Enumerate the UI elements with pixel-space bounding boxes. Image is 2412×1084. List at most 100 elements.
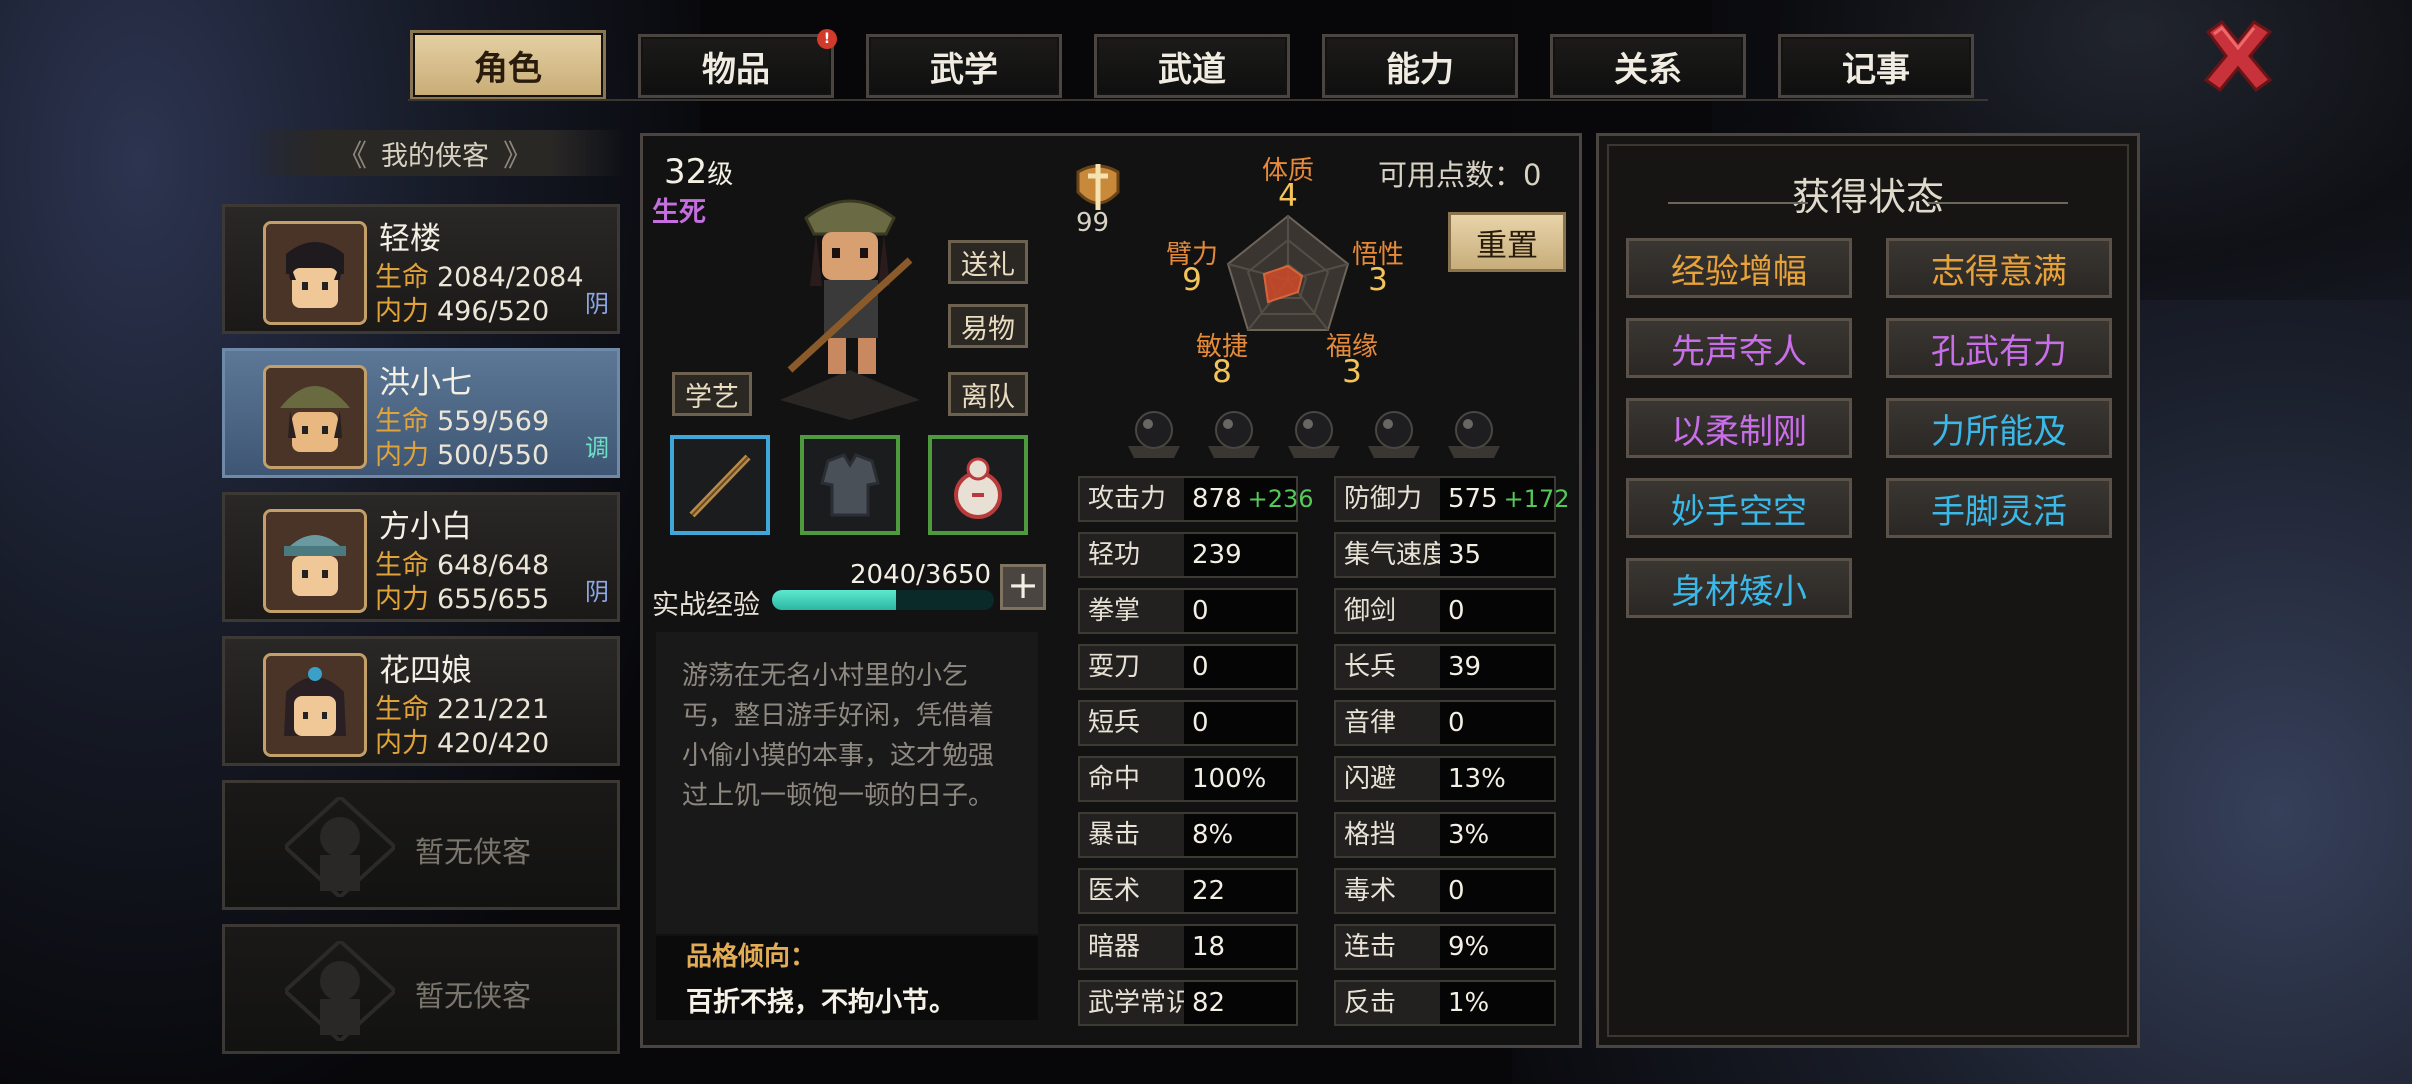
tab-abilities[interactable]: 能力 — [1322, 34, 1518, 98]
mp-label: 内力 — [375, 296, 429, 327]
status-label: 手脚灵活 — [1931, 491, 2067, 532]
tab-martial-way[interactable]: 武道 — [1094, 34, 1290, 98]
list-header: 《 我的侠客 》 — [246, 130, 624, 176]
armor-icon — [820, 453, 880, 517]
stat-value: 575 +172 — [1448, 478, 1570, 520]
empty-label: 暂无侠客 — [415, 979, 532, 1013]
tab-label: 武道 — [1158, 49, 1226, 90]
tab-label: 关系 — [1614, 49, 1682, 90]
tab-relations[interactable]: 关系 — [1550, 34, 1746, 98]
skill-slot-orb-icon[interactable] — [1444, 402, 1504, 462]
stat-value: 82 — [1192, 988, 1226, 1018]
stat-row: 连击 9% — [1334, 924, 1556, 970]
character-name: 洪小七 — [379, 365, 472, 401]
stat-label: 轻功 — [1080, 534, 1184, 576]
mp-label: 内力 — [375, 584, 429, 615]
status-label: 孔武有力 — [1931, 331, 2067, 372]
character-card-1[interactable]: 洪小七 生命 559/569 内力 500/550 调 — [222, 348, 620, 478]
stat-label: 集气速度 — [1336, 534, 1440, 576]
tab-label: 记事 — [1842, 49, 1910, 90]
stat-value: 0 — [1192, 708, 1209, 738]
stat-label: 武学常识 — [1080, 982, 1184, 1024]
stat-label: 长兵 — [1336, 646, 1440, 688]
empty-slot[interactable]: 暂无侠客 — [222, 780, 620, 910]
trait-text: 百折不挠，不拘小节。 — [686, 987, 956, 1018]
mp-line: 内力 420/420 — [375, 721, 549, 760]
stat-row: 集气速度 35 — [1334, 532, 1556, 578]
trait-title: 品格倾向： — [686, 942, 817, 972]
stat-row: 命中 100% — [1078, 756, 1298, 802]
status-badge[interactable]: 力所能及 — [1886, 398, 2112, 458]
stat-label: 医术 — [1080, 870, 1184, 912]
alignment-tag: 阴 — [585, 578, 609, 606]
stat-label: 音律 — [1336, 702, 1440, 744]
medal-value: 99 — [1076, 208, 1110, 238]
leave-party-button[interactable]: 离队 — [948, 372, 1028, 416]
stat-row: 暗器 18 — [1078, 924, 1298, 970]
exp-progress-fill — [772, 590, 897, 610]
stat-value: 39 — [1448, 652, 1482, 682]
stat-bonus: +172 — [1503, 485, 1570, 513]
stat-label: 毒术 — [1336, 870, 1440, 912]
learn-button[interactable]: 学艺 — [672, 372, 752, 416]
stat-label: 耍刀 — [1080, 646, 1184, 688]
status-badge[interactable]: 手脚灵活 — [1886, 478, 2112, 538]
tab-character[interactable]: 角色 — [410, 30, 606, 100]
add-exp-button[interactable]: + — [1000, 564, 1046, 610]
status-badge[interactable]: 孔武有力 — [1886, 318, 2112, 378]
reset-button[interactable]: 重置 — [1448, 212, 1566, 272]
stat-bonus: +236 — [1247, 485, 1314, 513]
stat-row: 防御力 575 +172 — [1334, 476, 1570, 522]
stat-value: 100% — [1192, 764, 1267, 794]
status-badge[interactable]: 志得意满 — [1886, 238, 2112, 298]
stat-value: 9% — [1448, 932, 1490, 962]
title-ornament-left — [1668, 202, 1808, 204]
character-card-0[interactable]: 轻楼 生命 2084/2084 内力 496/520 阴 — [222, 204, 620, 334]
chevron-right-icon[interactable]: 》 — [503, 131, 533, 175]
tab-journal[interactable]: 记事 — [1778, 34, 1974, 98]
character-card-2[interactable]: 方小白 生命 648/648 内力 655/655 阴 — [222, 492, 620, 622]
weapon-slot[interactable] — [670, 435, 770, 535]
life-death-tag: 生死 — [652, 197, 706, 228]
character-card-3[interactable]: 花四娘 生命 221/221 内力 420/420 — [222, 636, 620, 766]
character-name: 花四娘 — [379, 653, 472, 689]
status-badge[interactable]: 以柔制刚 — [1626, 398, 1852, 458]
stat-number: 575 — [1448, 484, 1498, 514]
character-level: 32级 — [664, 152, 733, 192]
stat-row: 暴击 8% — [1078, 812, 1298, 858]
attr-value-agility: 8 — [1212, 354, 1232, 390]
gift-button[interactable]: 送礼 — [948, 240, 1028, 284]
accessory-slot[interactable] — [928, 435, 1028, 535]
empty-label: 暂无侠客 — [415, 835, 532, 869]
stat-row: 毒术 0 — [1334, 868, 1556, 914]
armor-slot[interactable] — [800, 435, 900, 535]
status-label: 身材矮小 — [1671, 571, 1807, 612]
chevron-left-icon[interactable]: 《 — [337, 131, 367, 175]
skill-slot-orb-icon[interactable] — [1284, 402, 1344, 462]
empty-slot[interactable]: 暂无侠客 — [222, 924, 620, 1054]
close-icon[interactable] — [2200, 18, 2276, 94]
alignment-tag: 调 — [585, 434, 609, 462]
status-badge[interactable]: 经验增幅 — [1626, 238, 1852, 298]
stat-row: 攻击力 878 +236 — [1078, 476, 1314, 522]
status-badge[interactable]: 先声夺人 — [1626, 318, 1852, 378]
stat-value: 0 — [1192, 596, 1209, 626]
tab-martial-arts[interactable]: 武学 — [866, 34, 1062, 98]
stat-value: 239 — [1192, 540, 1242, 570]
status-badge[interactable]: 妙手空空 — [1626, 478, 1852, 538]
mp-value: 420/420 — [437, 728, 550, 759]
skill-slot-orb-icon[interactable] — [1124, 402, 1184, 462]
stat-value: 0 — [1448, 876, 1465, 906]
avatar — [263, 365, 367, 469]
skill-slot-orb-icon[interactable] — [1204, 402, 1264, 462]
mp-line: 内力 496/520 — [375, 289, 549, 328]
notification-badge: ! — [817, 29, 837, 49]
title-ornament-right — [1928, 202, 2068, 204]
button-label: 送礼 — [961, 249, 1015, 281]
tab-items[interactable]: 物品! — [638, 29, 837, 98]
status-badge[interactable]: 身材矮小 — [1626, 558, 1852, 618]
stat-label: 暴击 — [1080, 814, 1184, 856]
trade-button[interactable]: 易物 — [948, 304, 1028, 348]
skill-slot-orb-icon[interactable] — [1364, 402, 1424, 462]
stat-row: 武学常识 82 — [1078, 980, 1298, 1026]
